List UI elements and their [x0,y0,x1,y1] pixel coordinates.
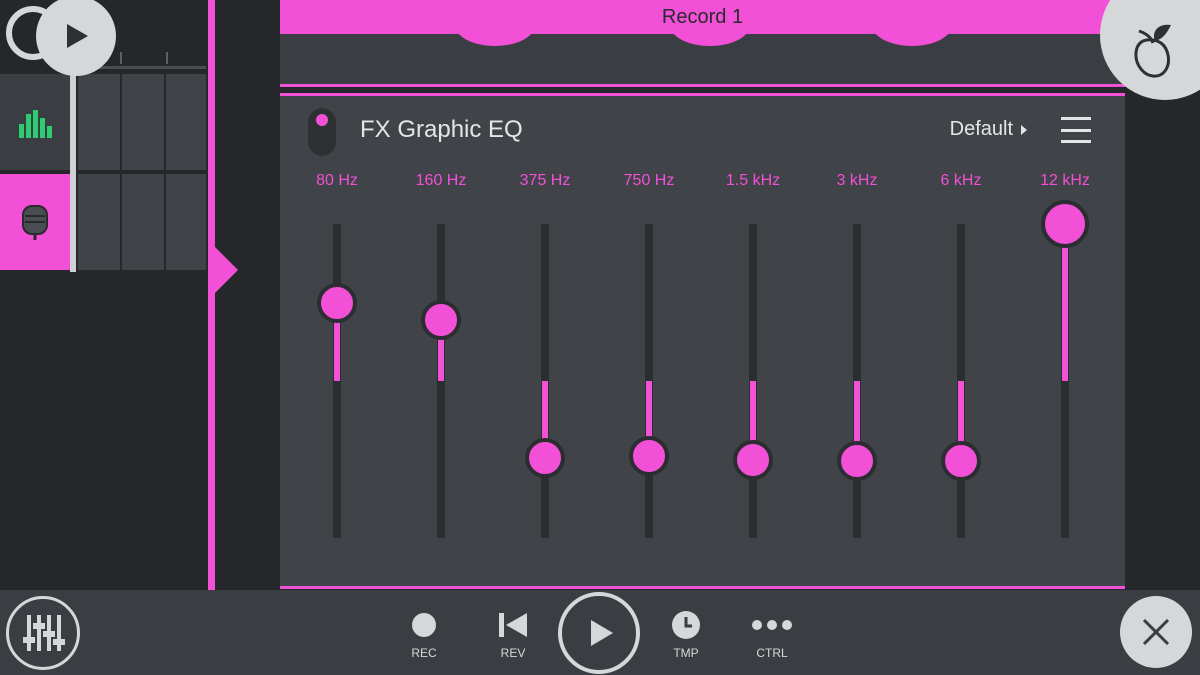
rev-label: REV [500,646,526,660]
eq-band: 3 kHz [805,96,909,586]
record-title: Record 1 [661,5,744,28]
eq-slider-thumb[interactable] [421,299,461,340]
eq-band: 375 Hz [493,96,597,586]
close-button[interactable] [1120,596,1192,668]
eq-slider-track[interactable] [333,224,341,538]
eq-slider-thumb[interactable] [941,441,981,482]
fx-knob[interactable] [670,34,750,46]
fruit-logo-icon [1134,24,1171,78]
rec-label: REC [411,646,437,660]
fx-knob[interactable] [455,34,535,46]
rec-button[interactable]: REC [389,608,459,660]
microphone-icon [22,205,48,240]
transport-bar: REC REV TMP CTRL [0,590,1200,675]
eq-slider-track[interactable] [437,224,445,538]
eq-band-label: 375 Hz [519,172,571,189]
track-level-button[interactable] [0,74,70,170]
play-icon [591,620,613,646]
panel-divider [208,0,215,590]
eq-band: 1.5 kHz [701,96,805,586]
eq-slider-thumb[interactable] [837,441,877,482]
eq-band-label: 3 kHz [836,172,878,189]
rev-button[interactable]: REV [478,608,548,660]
eq-band: 12 kHz [1013,96,1117,586]
fx-knob-strip [280,34,1125,84]
mixer-button[interactable] [6,596,80,670]
app-root: Record 1 FX Graphic EQ Default 80 Hz 160 … [0,0,1200,675]
fx-graphic-eq-panel: FX Graphic EQ Default 80 Hz 160 Hz 375 Hz 7… [280,96,1125,586]
eq-band-label: 6 kHz [940,172,982,189]
clock-icon [672,611,700,639]
track-record-button[interactable] [0,174,70,270]
tmp-label: TMP [673,646,699,660]
ruler-tick [166,52,168,64]
record-header[interactable]: Record 1 [280,0,1125,34]
tmp-button[interactable]: TMP [651,608,721,660]
play-icon [67,24,88,48]
pattern-grid[interactable] [78,70,206,270]
eq-slider-thumb[interactable] [525,437,565,478]
eq-band: 160 Hz [389,96,493,586]
ctrl-label: CTRL [756,646,788,660]
play-button[interactable] [558,592,640,674]
eq-band-label: 160 Hz [415,172,467,189]
level-meter-icon [19,110,52,138]
close-icon [1142,618,1170,646]
eq-slider-thumb[interactable] [1041,200,1089,248]
record-icon [412,613,436,637]
left-track-panel [0,0,208,590]
ctrl-button[interactable]: CTRL [737,608,807,660]
song-play-button[interactable] [36,0,116,76]
eq-slider-thumb[interactable] [317,282,357,323]
rewind-icon [499,613,527,637]
eq-slider-thumb[interactable] [733,439,773,480]
eq-band: 750 Hz [597,96,701,586]
eq-band-label: 1.5 kHz [725,172,781,189]
mixer-icon [23,615,65,651]
eq-band: 80 Hz [285,96,389,586]
eq-band-label: 750 Hz [623,172,675,189]
divider-line [280,84,1125,87]
more-dots-icon [752,620,792,630]
ruler-tick [120,52,122,64]
eq-band: 6 kHz [909,96,1013,586]
eq-band-label: 80 Hz [316,172,358,189]
eq-slider-thumb[interactable] [629,436,669,477]
eq-band-label: 12 kHz [1040,172,1090,189]
fx-knob[interactable] [872,34,952,46]
collapse-panel-arrow[interactable] [214,246,238,294]
divider-line [280,586,1125,589]
